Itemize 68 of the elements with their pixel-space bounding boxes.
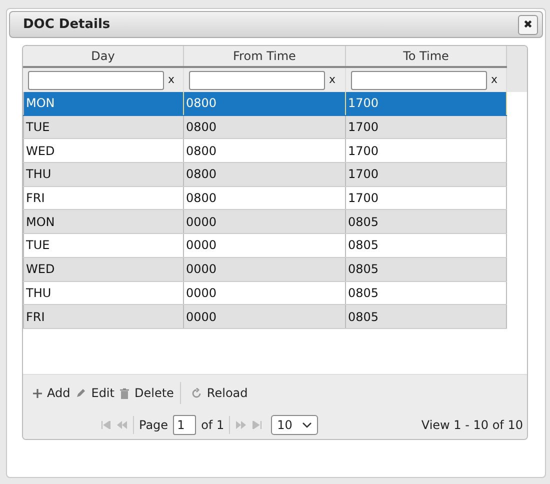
page-count: of 1 <box>201 417 224 434</box>
table-cell: 0000 <box>184 282 346 304</box>
table-row[interactable]: TUE 0800 1700 <box>23 116 507 140</box>
first-page-icon[interactable] <box>101 421 111 429</box>
table-cell: THU <box>23 163 184 186</box>
plus-icon <box>33 388 42 398</box>
table-cell: 0000 <box>184 234 346 257</box>
clear-filter-button[interactable]: x <box>168 72 175 88</box>
pencil-icon <box>76 388 86 398</box>
table-cell: FRI <box>23 186 184 210</box>
table-cell: 0800 <box>184 92 346 115</box>
filter-field[interactable] <box>28 70 164 90</box>
delete-button[interactable]: Delete <box>120 384 174 402</box>
table-cell: 0000 <box>184 305 346 328</box>
table-cell: WED <box>23 258 184 280</box>
table-cell: 1700 <box>346 116 507 138</box>
table-cell: 0800 <box>184 186 346 210</box>
column-header[interactable]: Day <box>23 46 184 66</box>
table-cell: 0800 <box>184 139 346 162</box>
trash-icon <box>120 388 130 398</box>
table-cell: 1700 <box>346 139 507 162</box>
table-cell: WED <box>23 139 184 162</box>
table-cell: 0000 <box>184 258 346 280</box>
table-cell: MON <box>23 92 184 115</box>
table-cell: 0805 <box>346 282 507 304</box>
table-cell: THU <box>23 282 184 304</box>
add-button[interactable]: Add <box>33 384 70 402</box>
page-label: Page <box>139 417 168 434</box>
filter-field[interactable] <box>351 70 487 90</box>
table-row[interactable]: FRI 0800 1700 <box>23 186 507 210</box>
table-cell: TUE <box>23 116 184 138</box>
table-row[interactable]: MON 0800 1700 <box>23 92 507 116</box>
table-row[interactable]: TUE 0000 0805 <box>23 234 507 258</box>
clear-filter-button[interactable]: x <box>491 72 498 88</box>
table-row[interactable]: MON 0000 0805 <box>23 210 507 234</box>
table-cell: 0800 <box>184 116 346 138</box>
table-row[interactable]: THU 0000 0805 <box>23 282 507 306</box>
page-input[interactable]: 1 <box>173 415 196 435</box>
table-cell: TUE <box>23 234 184 257</box>
last-page-icon[interactable] <box>252 421 262 429</box>
table-cell: FRI <box>23 305 184 328</box>
table-row[interactable]: THU 0800 1700 <box>23 163 507 187</box>
filter-field[interactable] <box>189 70 325 90</box>
table-row[interactable]: FRI 0000 0805 <box>23 305 507 329</box>
column-header[interactable]: From Time <box>184 46 346 66</box>
table-cell: 0805 <box>346 234 507 257</box>
table-row[interactable]: WED 0800 1700 <box>23 139 507 164</box>
close-button[interactable]: ✖ <box>518 14 538 34</box>
record-count: View 1 - 10 of 10 <box>421 417 523 434</box>
dialog-title: DOC Details <box>23 16 110 34</box>
table-cell: 0000 <box>184 210 346 234</box>
refresh-icon <box>190 388 202 398</box>
next-page-icon[interactable] <box>235 421 248 429</box>
table-cell: 0805 <box>346 258 507 280</box>
table-cell: 1700 <box>346 92 507 115</box>
table-cell: MON <box>23 210 184 234</box>
clear-filter-button[interactable]: x <box>329 72 336 88</box>
page-size-select[interactable]: 10 <box>271 415 318 435</box>
edit-button[interactable]: Edit <box>76 384 114 402</box>
table-cell: 1700 <box>346 186 507 210</box>
table-cell: 1700 <box>346 163 507 186</box>
reload-button[interactable]: Reload <box>190 384 248 402</box>
chevron-down-icon <box>302 422 312 428</box>
previous-page-icon[interactable] <box>116 421 128 429</box>
table-row[interactable]: WED 0000 0805 <box>23 258 507 282</box>
table-cell: 0805 <box>346 210 507 234</box>
table-cell: 0805 <box>346 305 507 328</box>
table-cell: 0800 <box>184 163 346 186</box>
